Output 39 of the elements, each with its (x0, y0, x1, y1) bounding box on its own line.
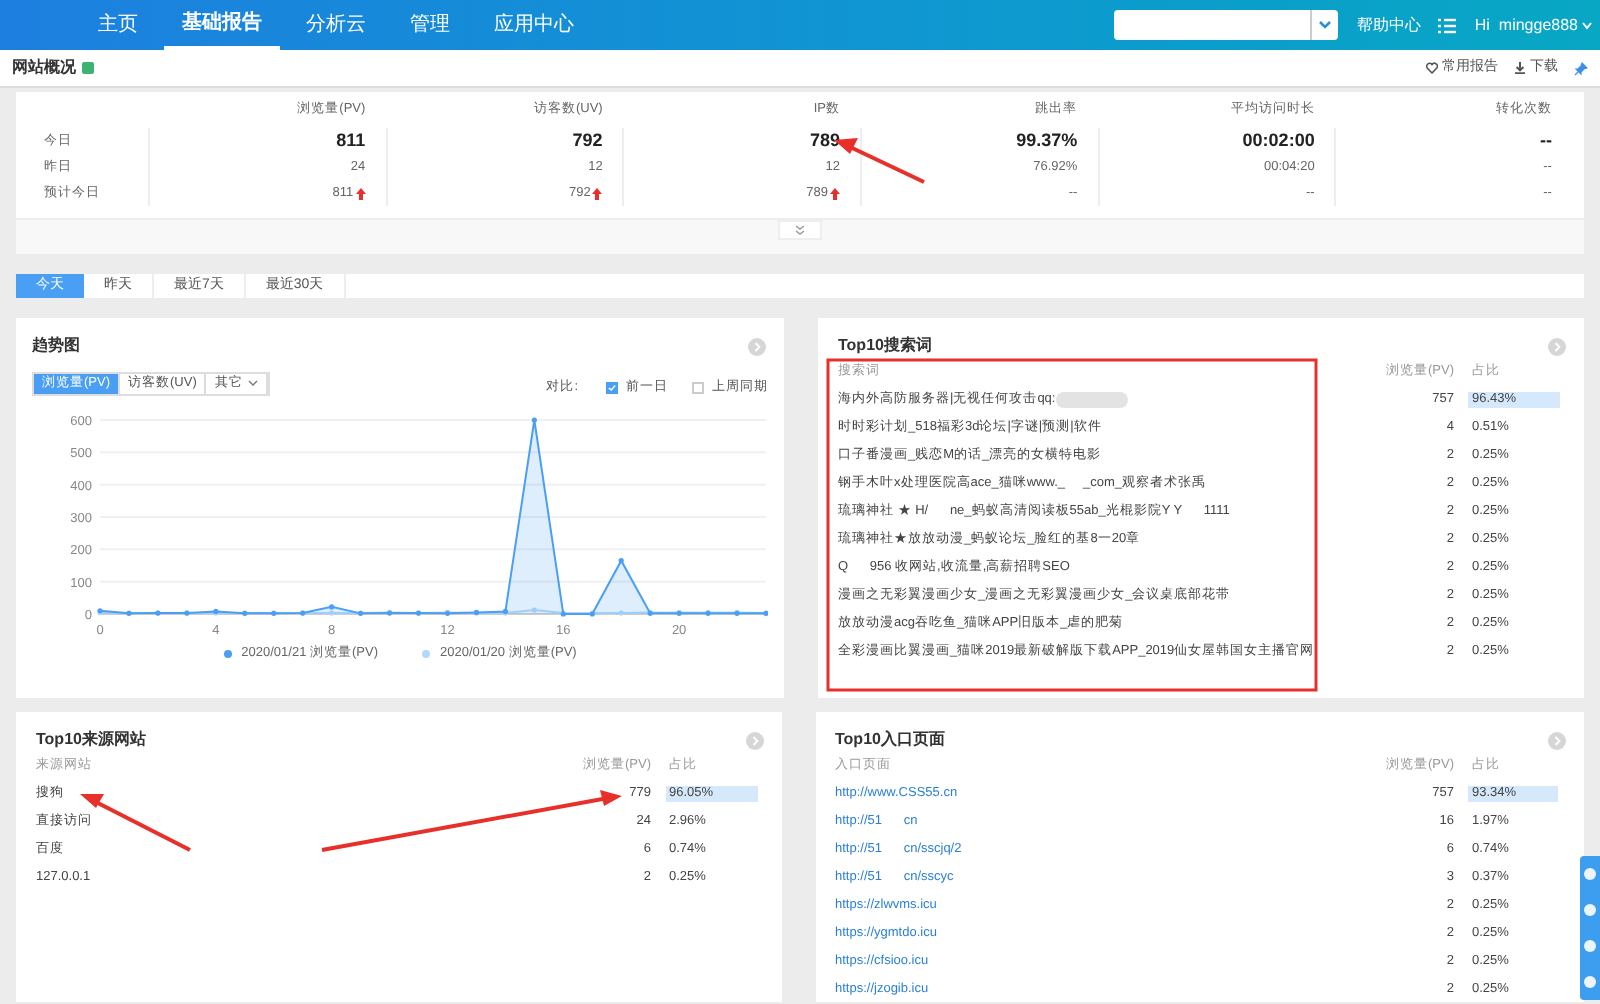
pin-icon[interactable] (1574, 61, 1588, 75)
download-icon (1514, 62, 1526, 74)
checkbox[interactable] (692, 381, 704, 394)
table-cell-text: 00:02:00 (1242, 127, 1315, 154)
more-icon[interactable] (745, 732, 763, 750)
more-icon[interactable] (1548, 338, 1566, 356)
table-cell-text: -- (1539, 127, 1552, 154)
verified-icon (82, 62, 94, 74)
help-link[interactable]: 帮助中心 (1356, 13, 1421, 37)
list-icon[interactable] (1438, 17, 1457, 33)
card-title: Top10入口页面 (835, 728, 945, 752)
annotation-arrow (80, 794, 191, 852)
more-icon[interactable] (748, 338, 766, 356)
caret-icon (1318, 20, 1333, 30)
table-cell-text: 792 (572, 127, 603, 154)
chevron-down-icon (794, 224, 806, 236)
expand-button[interactable] (778, 220, 822, 240)
table-cell-text: 789 (809, 127, 840, 154)
card-title: 趋势图 (32, 334, 80, 358)
toolbar-icon[interactable] (1584, 976, 1596, 988)
card-title: Top10来源网站 (36, 728, 146, 752)
heart-icon (1426, 62, 1438, 74)
caret-icon (248, 380, 259, 387)
toolbar-icon[interactable] (1584, 940, 1596, 952)
table-cell-text: 811 (336, 127, 366, 154)
nav-tab[interactable]: 应用中心 (476, 0, 592, 50)
site-select[interactable] (1114, 10, 1339, 40)
toolbar-icon[interactable] (1584, 868, 1596, 880)
checkbox[interactable] (606, 381, 618, 394)
caret-icon (1582, 21, 1592, 29)
toolbar-icon[interactable] (1584, 904, 1596, 916)
nav-tab[interactable]: 主页 (80, 0, 156, 50)
page-title: 网站概况 (12, 56, 76, 80)
user-menu[interactable]: Hi mingge888 (1474, 13, 1592, 37)
more-icon[interactable] (1548, 732, 1566, 750)
nav-tab[interactable]: 管理 (392, 0, 468, 50)
card-title: Top10搜索词 (838, 334, 932, 358)
nav-tab[interactable]: 分析云 (288, 0, 384, 50)
table-cell-text: 99.37% (1016, 127, 1078, 154)
